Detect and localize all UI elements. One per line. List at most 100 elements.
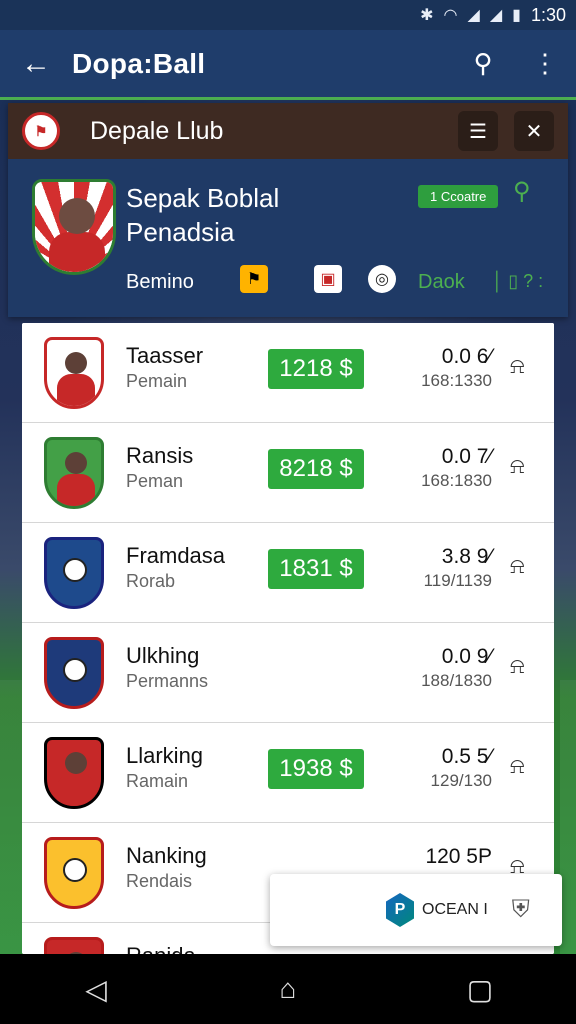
club-logo: ⚑ — [22, 112, 60, 150]
player-time: 168:1830 — [421, 471, 492, 490]
player-name: Ranida — [126, 943, 196, 954]
club-sub: Bemino — [126, 271, 194, 293]
player-time: 188/1830 — [421, 671, 492, 690]
notification-bell-icon[interactable]: ⍾ — [510, 653, 525, 679]
player-odds: 120 5P — [425, 845, 492, 868]
player-odds: 0.5 5⁄ — [441, 745, 492, 768]
crest-face — [65, 752, 87, 774]
nav-recent-button[interactable]: ▢ — [450, 973, 510, 1006]
camera-icon: ▣ — [314, 265, 342, 293]
notification-bell-icon[interactable]: ⍾ — [510, 753, 525, 779]
score-button[interactable]: 8218 $ — [268, 449, 364, 489]
club-crest — [44, 437, 104, 509]
arrow-left-icon: ← — [21, 46, 51, 80]
notification-bell-icon[interactable]: ⍾ — [510, 553, 525, 579]
score-button[interactable]: 1218 $ — [268, 349, 364, 389]
search-icon[interactable]: ⚲ — [513, 177, 531, 206]
nav-home-button[interactable]: ⌂ — [258, 973, 318, 1005]
league-line-1: Sepak Boblal — [126, 183, 280, 213]
player-name: Ulkhing — [126, 643, 200, 668]
document-button[interactable]: ☰ — [458, 111, 498, 151]
app-title: Dopa:Ball — [72, 47, 206, 79]
player-name: Nanking — [126, 843, 207, 868]
back-button[interactable]: ← — [0, 47, 72, 81]
player-odds: 0.0 9⁄ — [441, 645, 492, 668]
system-nav-bar: ◁ ⌂ ▢ — [0, 954, 576, 1024]
soccer-ball-icon — [63, 858, 87, 882]
document-icon: ☰ — [469, 120, 487, 143]
app-bar: ← Dopa:Ball ⚲ ⋮ — [0, 30, 576, 100]
crest-face — [65, 352, 87, 374]
club-name: Depale Llub — [90, 116, 224, 145]
popup-text: OCEAN I — [422, 901, 488, 918]
player-time: 129/130 — [430, 771, 492, 790]
share-button[interactable]: ✕ — [514, 111, 554, 151]
player-role: Rendais — [126, 871, 193, 891]
club-crest — [44, 337, 104, 409]
more-vert-icon: ⋮ — [532, 48, 558, 78]
status-bar: ✱ ◠ ◢ ◢ ▮ 1:30 — [0, 0, 576, 30]
club-body: Sepak Boblal Penadsia 1 Ccoatre ⚲ Bemino… — [8, 159, 568, 317]
crest-shirt — [49, 232, 105, 272]
popup-card[interactable]: P OCEAN I ⛨ — [270, 874, 562, 946]
search-button[interactable]: ⚲ — [452, 48, 514, 79]
player-odds: 3.8 9⁄ — [441, 545, 492, 568]
player-odds: 0.0 7⁄ — [441, 445, 492, 468]
league-line-2: Penadsia — [126, 217, 235, 247]
player-role: Permanns — [126, 671, 209, 691]
club-link[interactable]: Daok — [418, 271, 465, 294]
club-crest — [44, 737, 104, 809]
status-time: 1:30 — [530, 4, 566, 25]
crest-face — [65, 452, 87, 474]
notification-bell-icon[interactable]: ⍾ — [510, 453, 525, 479]
player-name: Ransis — [126, 443, 194, 468]
club-top-bar: ⚑ Depale Llub ☰ ✕ — [8, 103, 568, 159]
player-time: 119/1139 — [423, 571, 492, 590]
crest-shirt — [57, 474, 95, 506]
signal-icon: ◢ — [489, 7, 503, 24]
score-button[interactable]: 1938 $ — [268, 749, 364, 789]
player-time: 168:1330 — [421, 371, 492, 390]
flag-icon: ⚑ — [240, 265, 268, 293]
club-header-card: ⚑ Depale Llub ☰ ✕ Sepak Boblal Penadsia … — [8, 103, 568, 317]
list-item[interactable]: Llarking Ramain 1938 $ 0.5 5⁄ 129/130 ⍾ — [22, 723, 554, 823]
player-role: Peman — [126, 471, 184, 491]
search-icon: ⚲ — [473, 48, 493, 78]
club-crest — [44, 537, 104, 609]
notification-bell-icon[interactable]: ⍾ — [510, 353, 525, 379]
list-item[interactable]: Taasser Pemain 1218 $ 0.0 6⁄ 168:1330 ⍾ — [22, 323, 554, 423]
more-button[interactable]: ⋮ — [514, 48, 576, 79]
player-list: Taasser Pemain 1218 $0.0 6⁄ 168:1330 ⍾ Ransis… — [22, 323, 554, 954]
battery-icon: ▮ — [512, 7, 521, 24]
list-item[interactable]: Framdasa Rorab 1831 $ 3.8 9⁄ 119/1139 ⍾ — [22, 523, 554, 623]
crest-shirt — [57, 774, 95, 806]
status-badge[interactable]: 1 Ccoatre — [418, 185, 499, 208]
list-item[interactable]: Ulkhing Permanns 0.0 9⁄ 188/1830 ⍾ — [22, 623, 554, 723]
shield-icon[interactable]: ⛨ — [512, 896, 530, 924]
list-item[interactable]: Ransis Peman 8218 $ 0.0 7⁄ 168:1830 ⍾ — [22, 423, 554, 523]
player-name: Llarking — [126, 743, 204, 768]
club-link-extra[interactable]: │ ▯ ? : — [492, 271, 543, 292]
player-role: Ramain — [126, 771, 189, 791]
wifi-icon: ◠ — [443, 7, 458, 24]
score-button[interactable]: 1831 $ — [268, 549, 364, 589]
popup-logo: P — [386, 893, 414, 927]
player-name: Taasser — [126, 343, 204, 368]
club-crest — [44, 937, 104, 954]
soccer-ball-icon — [63, 658, 87, 682]
player-role: Pemain — [126, 371, 188, 391]
player-odds: 0.0 6⁄ — [441, 345, 492, 368]
club-crest — [44, 637, 104, 709]
crest-shirt — [57, 374, 95, 406]
player-name: Framdasa — [126, 543, 226, 568]
soccer-ball-icon — [63, 558, 87, 582]
player-role: Rorab — [126, 571, 176, 591]
soccer-ball-icon: ◎ — [368, 265, 396, 293]
crest-face — [59, 198, 95, 234]
player-crest — [32, 179, 116, 275]
bluetooth-icon: ✱ — [420, 7, 434, 24]
nav-back-button[interactable]: ◁ — [66, 973, 126, 1006]
share-icon: ✕ — [525, 120, 543, 143]
signal-icon: ◢ — [467, 7, 480, 24]
league-title: Sepak Boblal Penadsia — [126, 181, 279, 249]
